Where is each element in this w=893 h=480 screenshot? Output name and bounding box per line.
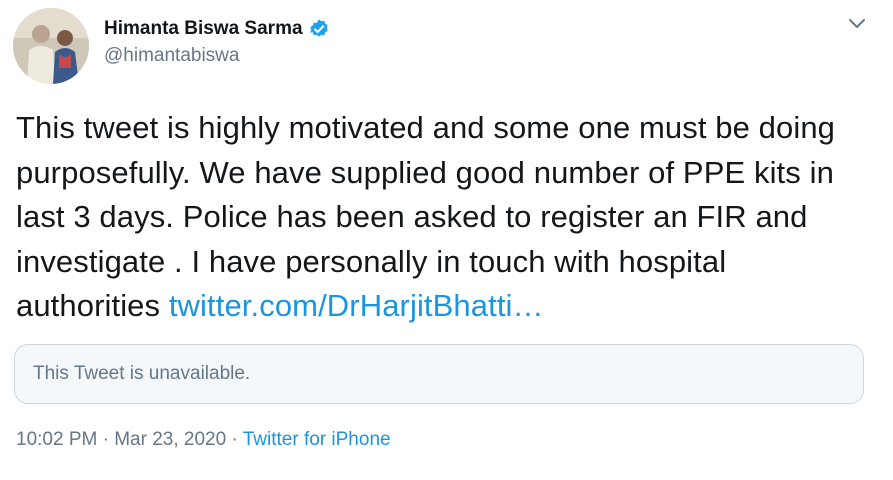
tweet-card: Himanta Biswa Sarma @himantabiswa This t…	[0, 0, 893, 480]
quoted-tweet[interactable]: This Tweet is unavailable.	[14, 344, 864, 404]
tweet-meta: 10:02 PM · Mar 23, 2020 · Twitter for iP…	[16, 429, 391, 451]
chevron-down-icon[interactable]	[843, 12, 871, 36]
tweet-text: This tweet is highly motivated and some …	[16, 106, 876, 329]
tweet-link[interactable]: twitter.com/DrHarjitBhatti…	[169, 288, 544, 323]
tweet-time[interactable]: 10:02 PM	[16, 429, 97, 450]
avatar[interactable]	[13, 8, 89, 84]
author-name[interactable]: Himanta Biswa Sarma	[104, 18, 303, 40]
meta-separator: ·	[231, 429, 238, 450]
author-handle[interactable]: @himantabiswa	[104, 45, 239, 67]
verified-badge-icon	[308, 18, 330, 40]
meta-separator: ·	[102, 429, 109, 450]
quoted-tweet-text: This Tweet is unavailable.	[33, 363, 251, 384]
tweet-date[interactable]: Mar 23, 2020	[114, 429, 226, 450]
author-name-row: Himanta Biswa Sarma	[104, 16, 330, 42]
tweet-source[interactable]: Twitter for iPhone	[243, 429, 391, 450]
